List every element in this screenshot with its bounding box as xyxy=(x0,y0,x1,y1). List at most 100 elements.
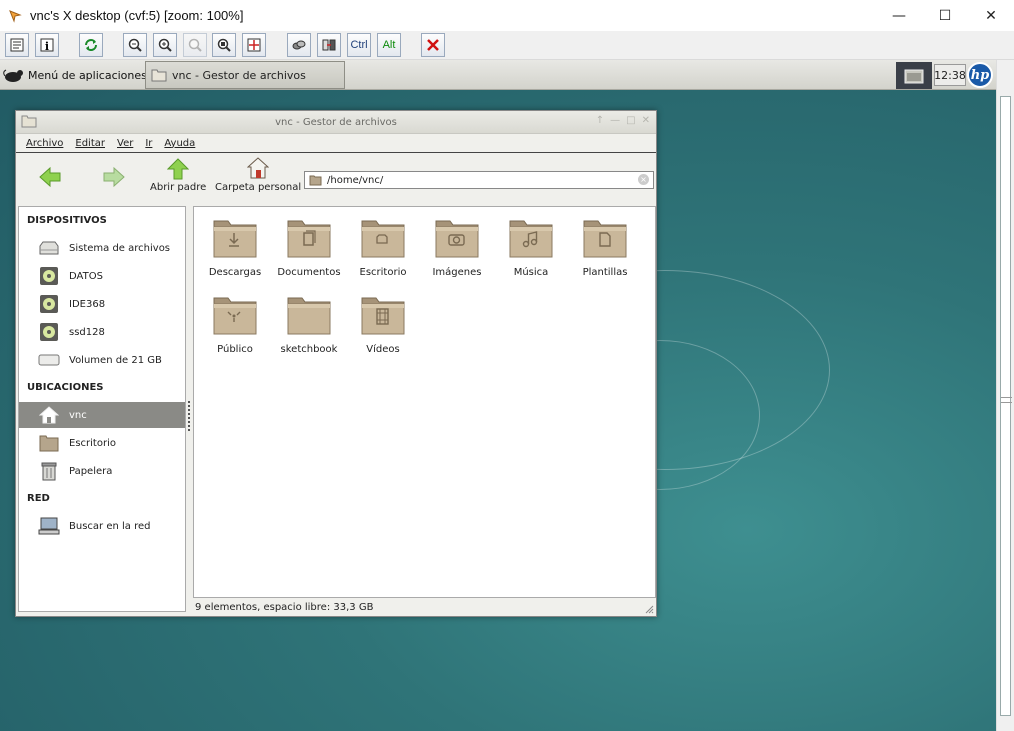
menu-ver[interactable]: Ver xyxy=(117,138,133,149)
folder-label-descargas: Descargas xyxy=(208,267,262,278)
close-window-button[interactable]: ✕ xyxy=(642,115,650,126)
places-header: UBICACIONES xyxy=(27,382,104,393)
folder-item[interactable]: Escritorio xyxy=(346,217,420,278)
fullscreen-button[interactable] xyxy=(242,33,266,57)
clear-location-icon[interactable]: × xyxy=(638,174,649,185)
maximize-button[interactable]: ☐ xyxy=(922,0,968,31)
sidebar-item-escritorio[interactable]: Escritorio xyxy=(19,430,185,456)
network-icon xyxy=(38,517,60,535)
back-button[interactable] xyxy=(38,166,62,188)
taskbar-button-file-manager[interactable]: vnc - Gestor de archivos xyxy=(145,61,345,89)
show-desktop-button[interactable] xyxy=(896,62,932,89)
folder-label-escritorio: Escritorio xyxy=(359,267,407,278)
vertical-scrollbar[interactable] xyxy=(996,60,1014,731)
sidebar-item-browse-network[interactable]: Buscar en la red xyxy=(19,513,185,539)
folder-icon xyxy=(151,69,167,82)
folder-camera-icon xyxy=(435,220,479,258)
sidebar-item-volume-21gb[interactable]: Volumen de 21 GB xyxy=(19,347,185,373)
send-ctrl-button[interactable]: Ctrl xyxy=(347,33,371,57)
taskbar-label: vnc - Gestor de archivos xyxy=(172,68,306,82)
folder-plain-icon xyxy=(287,297,331,335)
keep-above-icon[interactable]: ↑ xyxy=(596,115,604,126)
menu-editar[interactable]: Editar xyxy=(75,138,105,149)
folder-item[interactable]: Vídeos xyxy=(346,294,420,355)
menubar: Archivo Editar Ver Ir Ayuda xyxy=(16,133,656,153)
window-title: vnc's X desktop (cvf:5) [zoom: 100%] xyxy=(30,8,244,23)
file-manager-window: vnc - Gestor de archivos ↑ — □ ✕ Archivo… xyxy=(15,110,657,617)
folder-item[interactable]: Público xyxy=(198,294,272,355)
folder-item[interactable]: Música xyxy=(494,217,568,278)
folder-template-icon xyxy=(583,220,627,258)
resize-grip-icon[interactable] xyxy=(644,604,654,614)
hp-logo: hp xyxy=(967,62,993,88)
forward-button[interactable] xyxy=(102,166,126,188)
close-button[interactable]: ✕ xyxy=(968,0,1014,31)
vnc-app-icon xyxy=(9,9,22,23)
zoom-auto-button[interactable] xyxy=(212,33,236,57)
remote-desktop[interactable]: Menú de aplicaciones vnc - Gestor de arc… xyxy=(0,60,996,731)
location-bar[interactable]: /home/vnc/ × xyxy=(304,171,654,189)
sidebar-item-label: Papelera xyxy=(69,465,113,477)
folder-download-icon xyxy=(213,220,257,258)
sidebar-item-label: Sistema de archivos xyxy=(69,242,171,254)
minimize-button[interactable]: — xyxy=(876,0,922,31)
sidebar-item-ssd128[interactable]: ssd128 xyxy=(19,319,185,345)
sidebar-item-label: IDE368 xyxy=(69,298,106,310)
transfer-icon xyxy=(292,40,306,50)
home-folder-button[interactable]: Carpeta personal xyxy=(215,156,301,193)
folder-share-icon xyxy=(213,297,257,335)
scrollbar-thumb[interactable] xyxy=(1000,96,1012,716)
maximize-window-button[interactable]: □ xyxy=(626,115,635,126)
file-manager-toolbar: Abrir padre Carpeta personal /home/vnc/ … xyxy=(16,154,656,202)
sidebar-item-filesystem[interactable]: Sistema de archivos xyxy=(19,235,185,261)
disk-icon xyxy=(40,267,58,285)
home-folder-label: Carpeta personal xyxy=(215,182,302,193)
xfce-mouse-icon xyxy=(3,69,23,82)
clock[interactable]: 12:38 xyxy=(934,64,966,86)
minimize-window-button[interactable]: — xyxy=(610,115,620,126)
folder-label-plantillas: Plantillas xyxy=(582,267,628,278)
folder-label-publico: Público xyxy=(217,344,253,355)
file-manager-title: vnc - Gestor de archivos xyxy=(275,116,397,128)
folder-video-icon xyxy=(361,297,405,335)
applications-menu-button[interactable]: Menú de aplicaciones xyxy=(2,62,147,88)
sidebar-item-papelera[interactable]: Papelera xyxy=(19,458,185,484)
folder-item[interactable]: Documentos xyxy=(272,217,346,278)
fullscreen-icon xyxy=(247,38,261,52)
status-bar: 9 elementos, espacio libre: 33,3 GB xyxy=(193,598,656,616)
sidebar-item-vnc[interactable]: vnc xyxy=(19,402,185,428)
folder-label-sketchbook: sketchbook xyxy=(280,344,338,355)
zoom-out-button[interactable] xyxy=(123,33,147,57)
disconnect-icon xyxy=(427,39,439,51)
options-button[interactable] xyxy=(5,33,29,57)
sidebar-item-datos[interactable]: DATOS xyxy=(19,263,185,289)
pane-resize-handle[interactable] xyxy=(188,401,191,431)
folder-view[interactable]: Descargas Documentos Escritorio Imágenes Mús… xyxy=(193,206,656,598)
sidebar-item-label: Buscar en la red xyxy=(69,520,151,532)
folder-item[interactable]: Plantillas xyxy=(568,217,642,278)
folder-item[interactable]: Descargas xyxy=(198,217,272,278)
folder-item[interactable]: sketchbook xyxy=(272,294,346,355)
menu-ayuda[interactable]: Ayuda xyxy=(164,138,195,149)
connection-info-button[interactable]: i xyxy=(35,33,59,57)
disk-icon xyxy=(40,295,58,313)
drive-icon xyxy=(39,241,59,255)
zoom-fit-icon xyxy=(217,38,231,52)
file-manager-titlebar[interactable]: vnc - Gestor de archivos ↑ — □ ✕ xyxy=(16,111,656,133)
refresh-button[interactable] xyxy=(79,33,103,57)
applications-menu-label: Menú de aplicaciones xyxy=(28,68,147,82)
open-parent-button[interactable]: Abrir padre xyxy=(150,158,206,193)
disconnect-button[interactable] xyxy=(421,33,445,57)
sidebar: DISPOSITIVOS Sistema de archivos DATOS I… xyxy=(18,206,186,612)
sidebar-item-ide368[interactable]: IDE368 xyxy=(19,291,185,317)
menu-ir[interactable]: Ir xyxy=(145,138,152,149)
forward-arrow-icon xyxy=(103,166,125,188)
menu-archivo[interactable]: Archivo xyxy=(26,138,63,149)
zoom-in-button[interactable] xyxy=(153,33,177,57)
transfer-button[interactable] xyxy=(287,33,311,57)
zoom-100-button[interactable] xyxy=(183,33,207,57)
send-alt-button[interactable]: Alt xyxy=(377,33,401,57)
trash-icon xyxy=(41,462,57,481)
file-transfer-button[interactable] xyxy=(317,33,341,57)
folder-item[interactable]: Imágenes xyxy=(420,217,494,278)
